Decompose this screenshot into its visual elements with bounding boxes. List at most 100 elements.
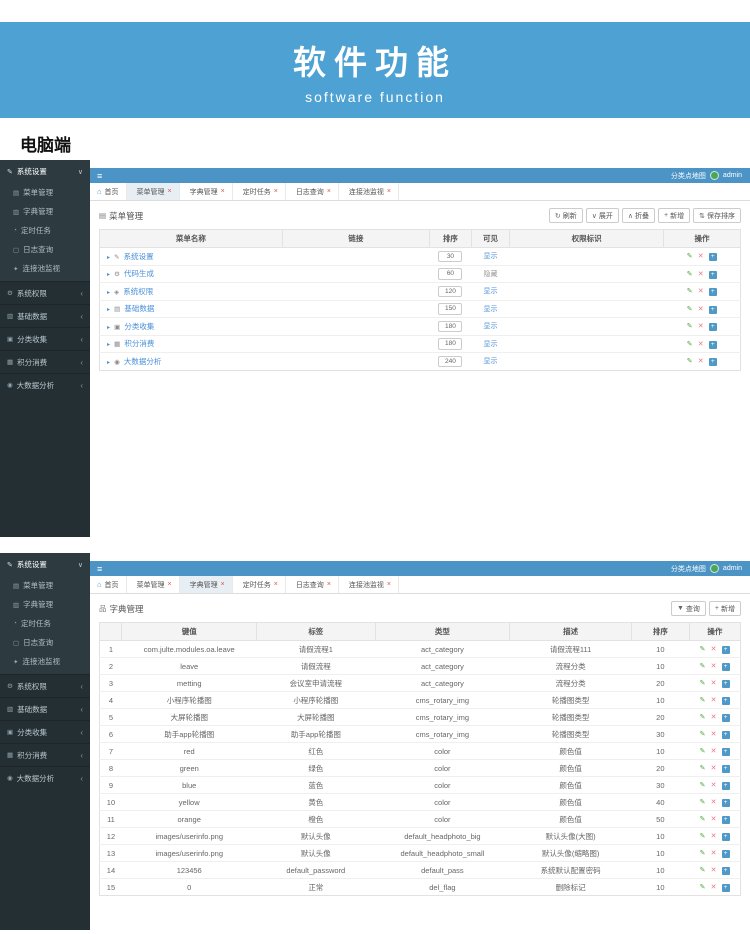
menu-name-link[interactable]: 分类收集 (124, 322, 154, 331)
delete-icon[interactable]: ✕ (698, 288, 704, 295)
sidebar-section[interactable]: ▦ 积分消费 ‹ (0, 350, 90, 373)
edit-icon[interactable]: ✎ (700, 714, 706, 721)
add-icon[interactable]: + (708, 253, 717, 262)
add-icon[interactable]: + (721, 663, 730, 671)
delete-icon[interactable]: ✕ (698, 341, 704, 348)
edit-icon[interactable]: ✎ (687, 323, 693, 330)
menu-name-link[interactable]: 积分消费 (124, 339, 154, 348)
delete-icon[interactable]: ✕ (711, 799, 717, 806)
edit-icon[interactable]: ✎ (687, 306, 693, 313)
hamburger-icon[interactable]: ≡ (90, 564, 109, 574)
sidebar-item[interactable]: ✦ 连接池监视 (0, 652, 90, 671)
add-icon[interactable]: + (708, 305, 717, 314)
close-icon[interactable]: × (221, 581, 225, 588)
delete-icon[interactable]: ✕ (711, 816, 717, 823)
add-icon[interactable]: + (708, 340, 717, 349)
edit-icon[interactable]: ✎ (687, 253, 693, 260)
username[interactable]: admin (723, 172, 742, 179)
sort-input[interactable]: 120 (438, 285, 463, 297)
close-icon[interactable]: × (274, 188, 278, 195)
sidebar-item[interactable]: ▤ 菜单管理 (0, 576, 90, 595)
tab[interactable]: ⌂ 首页 (90, 576, 127, 593)
add-icon[interactable]: + (708, 288, 717, 297)
edit-icon[interactable]: ✎ (700, 884, 706, 891)
add-icon[interactable]: + (721, 850, 730, 858)
delete-icon[interactable]: ✕ (711, 714, 717, 721)
sidebar-section[interactable]: ⚙ 系统权限 ‹ (0, 674, 90, 697)
add-icon[interactable]: + (721, 731, 730, 739)
add-icon[interactable]: + (721, 867, 730, 875)
delete-icon[interactable]: ✕ (711, 663, 717, 670)
menu-name-link[interactable]: 基础数据 (124, 304, 154, 313)
close-icon[interactable]: × (387, 581, 391, 588)
toolbar-button[interactable]: + 新增 (708, 601, 741, 616)
tab[interactable]: 日志查询 × (286, 576, 339, 593)
toolbar-button[interactable]: ∨ 展开 (585, 208, 619, 223)
delete-icon[interactable]: ✕ (711, 680, 717, 687)
edit-icon[interactable]: ✎ (700, 799, 706, 806)
add-icon[interactable]: + (721, 884, 730, 892)
hamburger-icon[interactable]: ≡ (90, 171, 109, 181)
menu-name-link[interactable]: 系统设置 (124, 252, 154, 261)
tab[interactable]: 连接池监视 × (339, 576, 399, 593)
add-icon[interactable]: + (721, 646, 730, 654)
edit-icon[interactable]: ✎ (700, 765, 706, 772)
add-icon[interactable]: + (708, 270, 717, 279)
close-icon[interactable]: × (221, 188, 225, 195)
add-icon[interactable]: + (708, 358, 717, 367)
add-icon[interactable]: + (708, 323, 717, 332)
sidebar-item[interactable]: ▥ 字典管理 (0, 595, 90, 614)
tab[interactable]: 字典管理 × (179, 576, 233, 593)
caret-icon[interactable]: ▸ (107, 307, 110, 313)
edit-icon[interactable]: ✎ (687, 271, 693, 278)
sort-input[interactable]: 150 (438, 303, 463, 315)
edit-icon[interactable]: ✎ (700, 731, 706, 738)
tab[interactable]: 字典管理 × (180, 183, 233, 200)
sidebar-item[interactable]: ◔ 定时任务 (0, 221, 90, 240)
sidebar-item[interactable]: ✦ 连接池监视 (0, 259, 90, 278)
delete-icon[interactable]: ✕ (698, 306, 704, 313)
close-icon[interactable]: × (168, 188, 172, 195)
sidebar-section[interactable]: ▧ 基础数据 ‹ (0, 304, 90, 327)
edit-icon[interactable]: ✎ (700, 663, 706, 670)
sidebar-section[interactable]: ▦ 积分消费 ‹ (0, 743, 90, 766)
sidebar-group-header[interactable]: ✎ 系统设置 ∨ (0, 160, 90, 183)
sidebar-section[interactable]: ▧ 基础数据 ‹ (0, 697, 90, 720)
add-icon[interactable]: + (721, 833, 730, 841)
toolbar-button[interactable]: ⇅ 保存排序 (693, 208, 741, 223)
delete-icon[interactable]: ✕ (711, 833, 717, 840)
caret-icon[interactable]: ▸ (107, 255, 110, 261)
toolbar-button[interactable]: ∧ 折叠 (621, 208, 656, 223)
sidebar-item[interactable]: ▥ 字典管理 (0, 202, 90, 221)
menu-name-link[interactable]: 系统权限 (123, 287, 153, 296)
delete-icon[interactable]: ✕ (711, 731, 717, 738)
edit-icon[interactable]: ✎ (700, 782, 706, 789)
caret-icon[interactable]: ▸ (107, 325, 110, 331)
add-icon[interactable]: + (721, 765, 730, 773)
add-icon[interactable]: + (721, 748, 730, 756)
caret-icon[interactable]: ▸ (107, 342, 110, 348)
sidebar-item[interactable]: ◔ 定时任务 (0, 614, 90, 633)
add-icon[interactable]: + (721, 799, 730, 807)
menu-name-link[interactable]: 大数据分析 (124, 357, 162, 366)
sidebar-section[interactable]: ◉ 大数据分析 ‹ (0, 766, 90, 789)
caret-icon[interactable]: ▸ (107, 290, 110, 296)
delete-icon[interactable]: ✕ (711, 782, 717, 789)
tab[interactable]: 菜单管理 × (126, 183, 180, 200)
delete-icon[interactable]: ✕ (711, 748, 717, 755)
delete-icon[interactable]: ✕ (698, 271, 704, 278)
map-link[interactable]: 分类点地图 (671, 564, 706, 574)
toolbar-button[interactable]: + 新增 (658, 208, 691, 223)
username[interactable]: admin (723, 565, 742, 572)
delete-icon[interactable]: ✕ (711, 884, 717, 891)
delete-icon[interactable]: ✕ (711, 646, 717, 653)
tab[interactable]: ⌂ 首页 (90, 183, 127, 200)
map-link[interactable]: 分类点地图 (671, 171, 706, 181)
delete-icon[interactable]: ✕ (711, 867, 717, 874)
edit-icon[interactable]: ✎ (700, 833, 706, 840)
sidebar-item[interactable]: ▤ 菜单管理 (0, 183, 90, 202)
close-icon[interactable]: × (168, 581, 172, 588)
edit-icon[interactable]: ✎ (700, 850, 706, 857)
close-icon[interactable]: × (327, 188, 331, 195)
menu-name-link[interactable]: 代码生成 (124, 269, 154, 278)
